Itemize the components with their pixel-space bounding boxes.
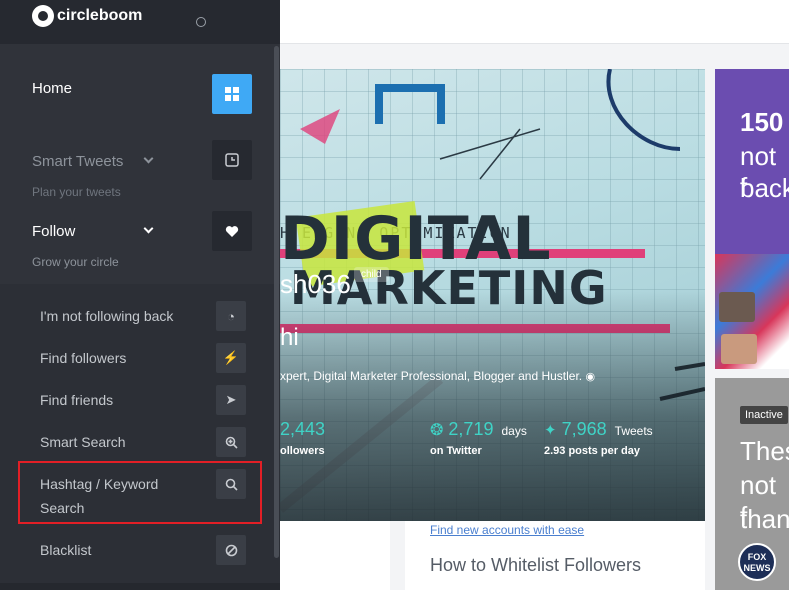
twitter-bird-icon: ✦ [544,422,557,439]
circleboom-logo-icon[interactable] [32,5,54,27]
sidebar-scrollbar[interactable] [274,46,279,558]
bolt-icon: ⚡ [216,343,246,373]
rocket-icon: ➤ [216,385,246,415]
profile-bio: xpert, Digital Marketer Professional, Bl… [280,369,596,383]
sidebar-item-find-friends[interactable]: Find friends ➤ [0,384,270,416]
inactive-badge: Inactive [740,406,788,424]
gear-icon: ❂ [430,422,444,439]
sidebar-item-follow-sub: Grow your circle [32,255,119,269]
sidebar-item-blacklist[interactable]: Blacklist [0,534,270,566]
sidebar-item-home[interactable]: Home [0,70,270,114]
sidebar: circleboom Home Smart Tweets Plan your t… [0,0,280,590]
top-header [280,0,789,44]
sidebar-footer [0,583,280,590]
sidebar-item-smart-tweets-label: Smart Tweets [32,153,124,170]
hero-shade [280,291,705,521]
sidebar-item-home-label: Home [32,80,73,97]
profile-hero-card[interactable]: H ENGINE OPTIMIZATION DIGITAL MARKETING … [280,69,705,521]
sidebar-item-follow-label: Follow [32,223,76,240]
child-badge: child [354,267,389,282]
promo-collage-image [715,254,789,369]
profile-name: hi [280,324,299,351]
collage-face-2 [721,334,757,364]
sidebar-item-smart-tweets-sub: Plan your tweets [32,185,121,199]
article-card[interactable]: Find new accounts with ease How to White… [405,521,705,590]
brand-name[interactable]: circleboom [57,7,142,25]
stat-tweets: ✦ 7,968 Tweets [544,419,653,439]
sidebar-item-find-followers[interactable]: Find followers ⚡ [0,342,270,374]
promo2-line-3: than [740,504,789,534]
location-pin-icon: ◉ [585,371,596,383]
ban-icon [216,535,246,565]
fox-news-logo: FOX NEWS [738,543,776,581]
sidebar-item-follow[interactable]: Follow Grow your circle [0,211,270,273]
chevron-down-icon [143,153,154,164]
sidebar-item-label: Find friends [40,392,114,408]
heart-icon [212,211,252,251]
stat-days: ❂ 2,719 days [430,419,527,439]
promo2-line-1: Thes [740,436,789,466]
sidebar-item-label: I'm not following back [40,308,174,324]
stat-tweets-sub: 2.93 posts per day [544,445,640,457]
promo-number: 150 [740,107,784,137]
article-title[interactable]: How to Whitelist Followers [430,555,641,576]
promo-card-purple[interactable]: 150 not f back [715,69,789,369]
clock-icon [212,140,252,180]
stat-followers-sub: ollowers [280,445,325,457]
article-link[interactable]: Find new accounts with ease [430,523,584,537]
brand-header: circleboom [0,0,280,44]
profile-username: sh036 [280,269,351,299]
collage-face-1 [719,292,755,322]
zoom-in-icon [216,427,246,457]
sidebar-item-label: Find followers [40,350,127,366]
promo-line-3: back [740,173,789,203]
sidebar-item-label: Smart Search [40,434,126,450]
grid-icon [212,74,252,114]
sidebar-item-smart-tweets[interactable]: Smart Tweets Plan your tweets [0,140,270,202]
sidebar-item-smart-search[interactable]: Smart Search [0,426,270,458]
stat-days-sub: on Twitter [430,445,482,457]
sidebar-item-not-following-back[interactable]: I'm not following back ◔ [0,300,270,332]
compass-icon: ◔ [216,301,246,331]
card-left-placeholder [280,521,390,590]
promo-card-gray[interactable]: Inactive Thes not f than FOX NEWS [715,378,789,590]
sidebar-toggle-icon[interactable] [196,17,206,27]
sidebar-item-label: Blacklist [40,542,92,558]
chevron-down-icon [143,223,154,234]
stat-followers: 2,443 [280,419,326,439]
highlight-box [18,461,262,524]
